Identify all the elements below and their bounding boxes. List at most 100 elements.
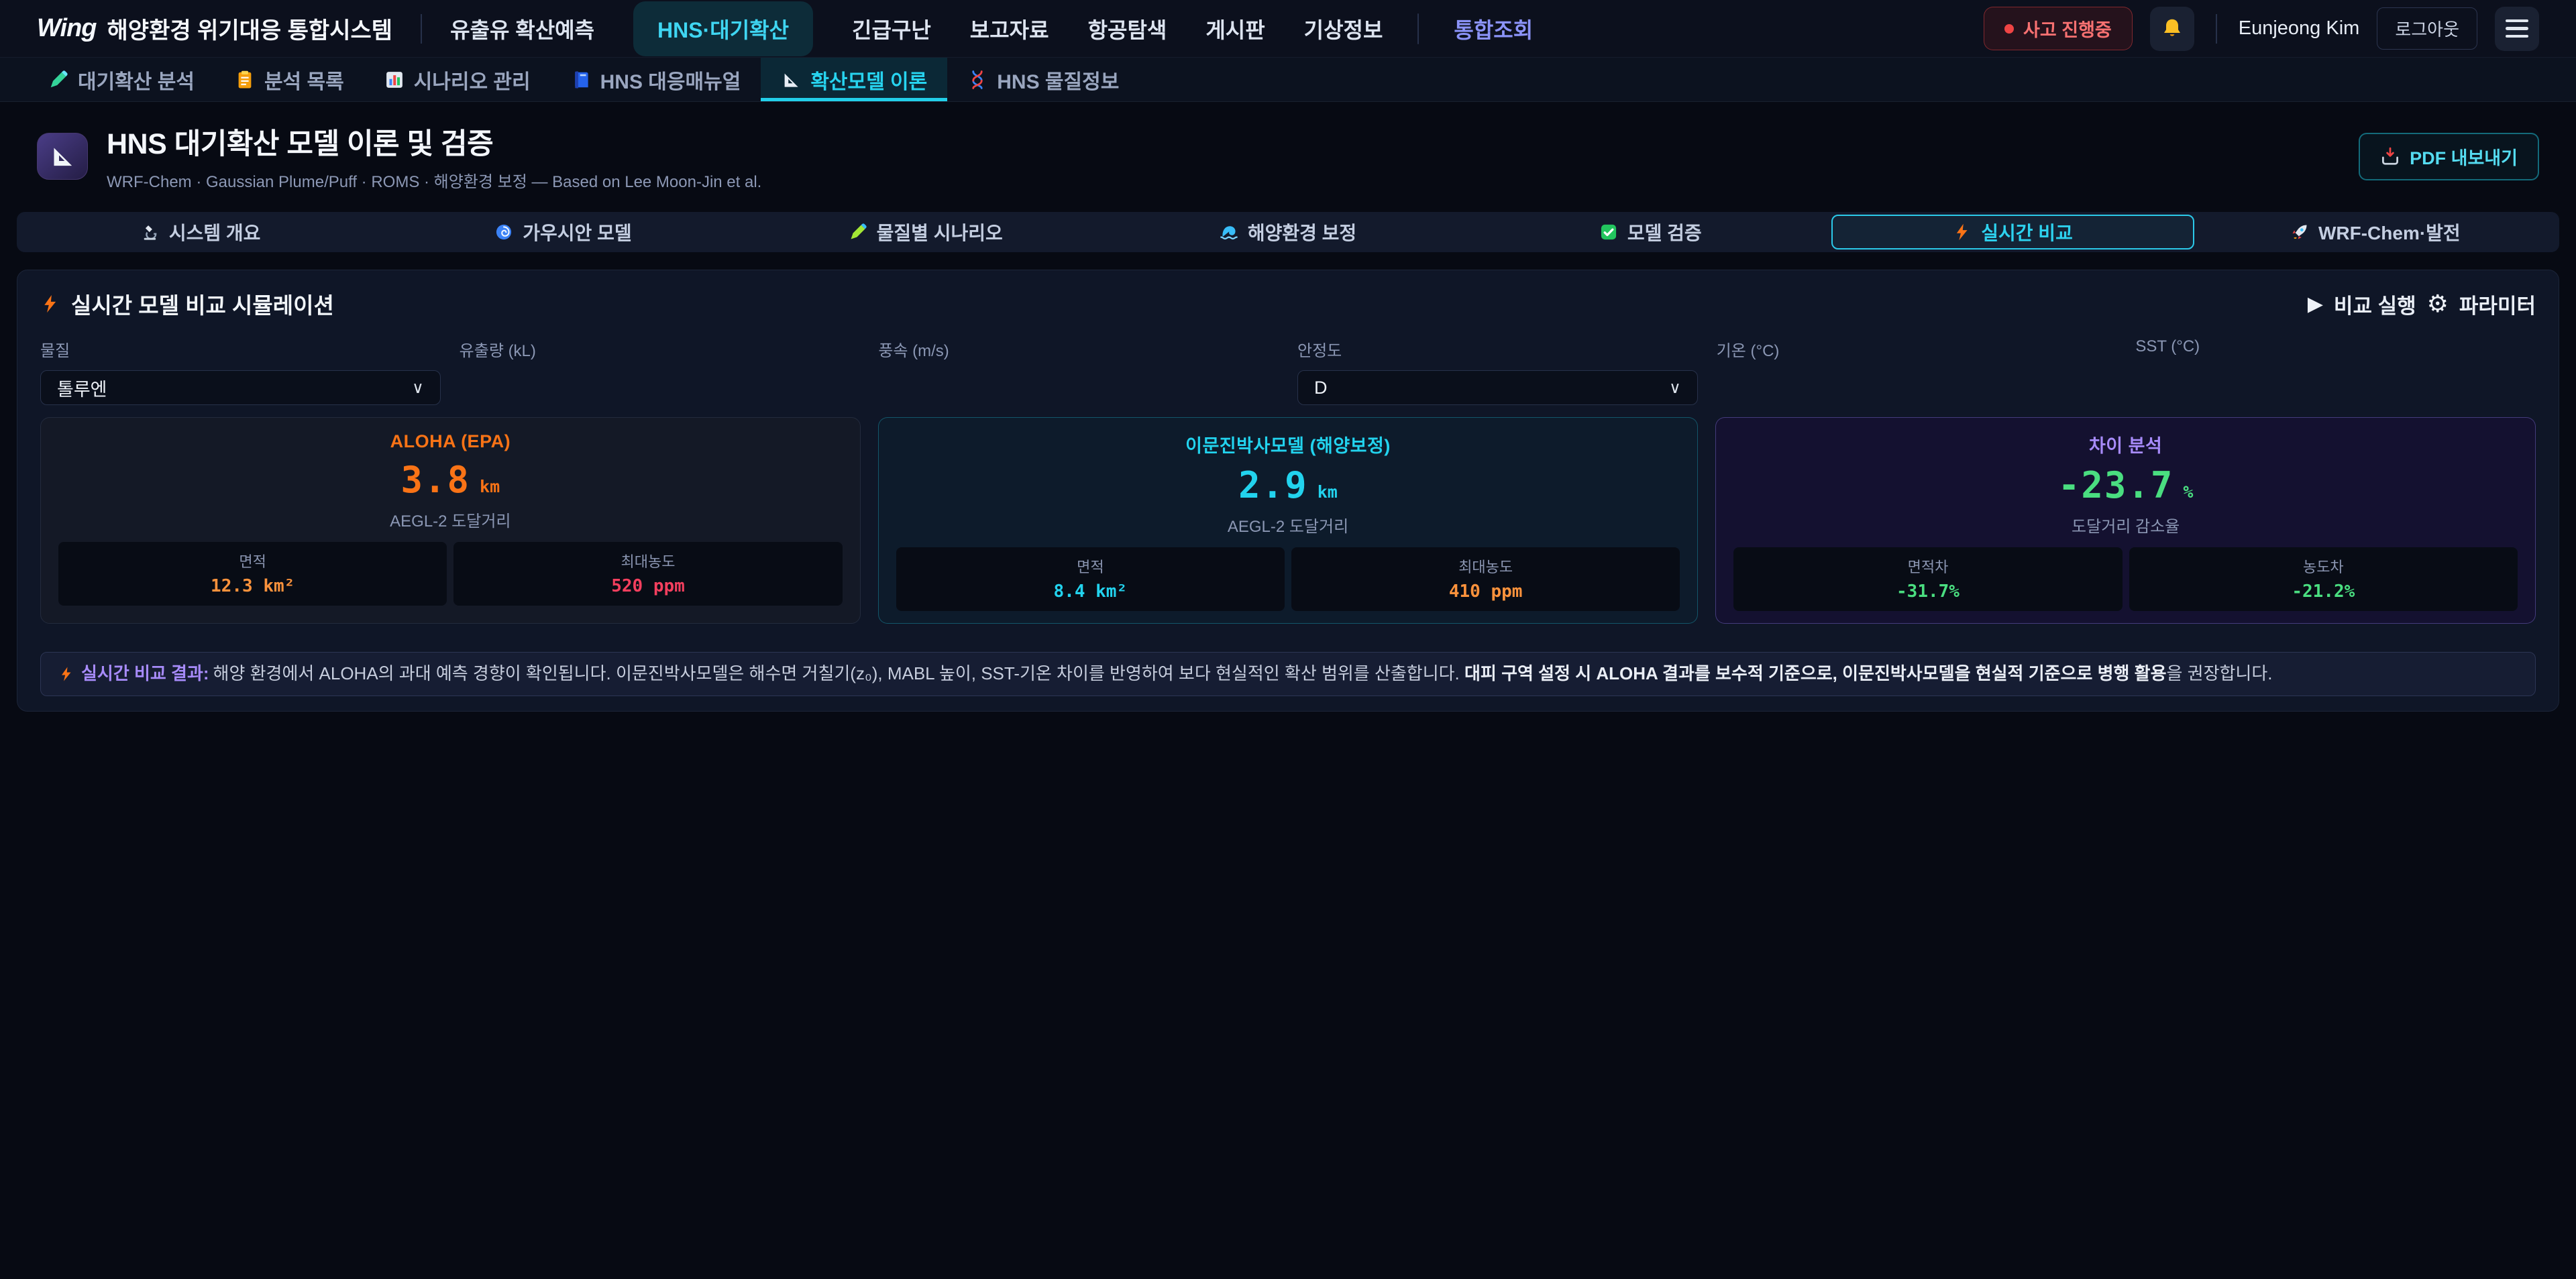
- field-label: 물질: [40, 337, 441, 361]
- panel-title-text: 실시간 모델 비교 시뮬레이션: [71, 288, 334, 320]
- top-navigation-bar: Wing 해양환경 위기대응 통합시스템 유출유 확산예측 HNS·대기확산 긴…: [0, 0, 2576, 58]
- tab-label: 실시간 비교: [1981, 219, 2073, 245]
- tab-label: 해양환경 보정: [1248, 219, 1356, 245]
- stat-concentration-difference: 농도차 -21.2%: [2129, 547, 2518, 611]
- triangular-ruler-icon: [49, 143, 76, 170]
- card-value-row: 3.8 km: [58, 459, 843, 501]
- parameters-button[interactable]: 파라미터: [2459, 289, 2536, 319]
- subtab-label: 확산모델 이론: [810, 65, 927, 95]
- nav-reports[interactable]: 보고자료: [970, 13, 1049, 44]
- card-title: ALOHA (EPA): [58, 431, 843, 452]
- stat-value: 520 ppm: [459, 576, 837, 596]
- stat-max-concentration: 최대농도 520 ppm: [453, 542, 842, 606]
- divider: [1417, 13, 1419, 44]
- status-badge-label: 사고 진행중: [2023, 15, 2112, 42]
- substance-select[interactable]: 톨루엔 ∨: [40, 370, 441, 405]
- subtab-label: 시나리오 관리: [414, 65, 531, 95]
- book-icon: [571, 70, 591, 90]
- stat-label: 최대농도: [459, 550, 837, 571]
- download-tray-icon: [2380, 146, 2400, 166]
- field-label: 풍속 (m/s): [878, 337, 1279, 361]
- pen-icon: [48, 70, 68, 90]
- subtab-label: HNS 물질정보: [997, 65, 1119, 95]
- subtab-hns-response-manual[interactable]: HNS 대응매뉴얼: [551, 58, 761, 101]
- bar-chart-icon: [384, 70, 405, 90]
- menu-button[interactable]: [2495, 7, 2539, 51]
- divider: [2216, 14, 2217, 44]
- topbar-right: 사고 진행중 Eunjeong Kim 로그아웃: [1984, 7, 2539, 51]
- microscope-icon: [141, 223, 160, 241]
- play-icon[interactable]: ▶: [2308, 292, 2323, 316]
- stability-select-value: D: [1314, 378, 1328, 398]
- sub-navigation-bar: 대기확산 분석 분석 목록 시나리오 관리 HNS 대응매뉴얼: [0, 58, 2576, 102]
- field-substance: 물질 톨루엔 ∨: [40, 337, 441, 405]
- page-title: HNS 대기확산 모델 이론 및 검증: [107, 121, 761, 162]
- logout-button[interactable]: 로그아웃: [2377, 7, 2477, 50]
- tab-marine-environment-correction[interactable]: 해양환경 보정: [1107, 215, 1469, 249]
- tab-system-overview[interactable]: 시스템 개요: [19, 215, 382, 249]
- tab-realtime-comparison[interactable]: 실시간 비교: [1831, 215, 2194, 249]
- card-value: 3.8: [401, 459, 471, 501]
- pdf-export-label: PDF 내보내기: [2410, 144, 2518, 170]
- subtab-air-dispersion-analysis[interactable]: 대기확산 분석: [28, 58, 215, 101]
- card-unit: km: [480, 477, 500, 496]
- run-comparison-button[interactable]: 비교 실행: [2334, 289, 2416, 319]
- incident-status-badge: 사고 진행중: [1984, 7, 2133, 50]
- tab-substance-scenarios[interactable]: 물질별 시나리오: [745, 215, 1107, 249]
- nav-aerial-search[interactable]: 항공탐색: [1088, 13, 1167, 44]
- stat-value: -21.2%: [2135, 581, 2512, 602]
- subtab-dispersion-model-theory[interactable]: 확산모델 이론: [761, 58, 947, 101]
- rocket-icon: [2290, 223, 2309, 241]
- lightning-icon: [1953, 223, 1972, 241]
- app-title: 해양환경 위기대응 통합시스템: [107, 12, 393, 45]
- nav-board[interactable]: 게시판: [1205, 13, 1265, 44]
- nav-emergency-rescue[interactable]: 긴급구난: [852, 13, 931, 44]
- card-aloha: ALOHA (EPA) 3.8 km AEGL-2 도달거리 면적 12.3 k…: [40, 417, 861, 624]
- field-wind-speed: 풍속 (m/s): [878, 337, 1279, 405]
- result-cards: ALOHA (EPA) 3.8 km AEGL-2 도달거리 면적 12.3 k…: [40, 417, 2536, 624]
- subtab-hns-substance-info[interactable]: HNS 물질정보: [947, 58, 1139, 101]
- card-title: 이문진박사모델 (해양보정): [896, 431, 1680, 457]
- subtab-analysis-list[interactable]: 분석 목록: [215, 58, 364, 101]
- brand-mark: Wing: [37, 14, 97, 43]
- status-dot-icon: [2004, 24, 2014, 34]
- stat-value: -31.7%: [1739, 581, 2116, 602]
- cyclone-icon: [494, 223, 513, 241]
- field-label: SST (°C): [2135, 337, 2536, 356]
- field-sst: SST (°C): [2135, 337, 2536, 405]
- card-lee-moonjin-model: 이문진박사모델 (해양보정) 2.9 km AEGL-2 도달거리 면적 8.4…: [878, 417, 1699, 624]
- stat-label: 최대농도: [1297, 555, 1674, 577]
- bell-icon: [2160, 17, 2184, 41]
- gear-icon[interactable]: ⚙: [2427, 290, 2449, 318]
- tab-label: 시스템 개요: [169, 219, 261, 245]
- stat-label: 면적: [902, 555, 1279, 577]
- stability-select[interactable]: D ∨: [1297, 370, 1698, 405]
- stat-area: 면적 12.3 km²: [58, 542, 447, 606]
- page-subtitle: WRF-Chem · Gaussian Plume/Puff · ROMS · …: [107, 168, 761, 192]
- stat-label: 면적차: [1739, 555, 2116, 577]
- nav-integrated-search[interactable]: 통합조회: [1454, 13, 1533, 44]
- note-emphasis: 대피 구역 설정 시 ALOHA 결과를 보수적 기준으로, 이문진박사모델을 …: [1464, 663, 2167, 683]
- stat-max-concentration: 최대농도 410 ppm: [1291, 547, 1680, 611]
- nav-hns-air-dispersion[interactable]: HNS·대기확산: [633, 1, 813, 56]
- tab-wrf-chem-development[interactable]: WRF-Chem·발전: [2194, 215, 2557, 249]
- card-unit: km: [1318, 482, 1338, 502]
- pencil-icon: [849, 223, 867, 241]
- section-tab-bar: 시스템 개요 가우시안 모델 물질별 시나리오 해양환경 보정 모델 검증: [17, 212, 2559, 252]
- nav-oil-spill-forecast[interactable]: 유출유 확산예측: [450, 13, 594, 44]
- subtab-scenario-management[interactable]: 시나리오 관리: [364, 58, 551, 101]
- card-difference-analysis: 차이 분석 -23.7 % 도달거리 감소율 면적차 -31.7% 농도차 -2…: [1715, 417, 2536, 624]
- card-title: 차이 분석: [1733, 431, 2518, 457]
- app-logo: Wing 해양환경 위기대응 통합시스템: [37, 12, 392, 45]
- nav-weather-info[interactable]: 기상정보: [1304, 13, 1383, 44]
- card-sublabel: AEGL-2 도달거리: [896, 513, 1680, 537]
- tab-model-validation[interactable]: 모델 검증: [1469, 215, 1831, 249]
- note-text: 해양 환경에서 ALOHA의 과대 예측 경향이 확인됩니다. 이문진박사모델은…: [213, 663, 1464, 683]
- notifications-button[interactable]: [2150, 7, 2194, 51]
- field-stability: 안정도 D ∨: [1297, 337, 1698, 405]
- pdf-export-button[interactable]: PDF 내보내기: [2359, 133, 2539, 180]
- tab-gaussian-model[interactable]: 가우시안 모델: [382, 215, 744, 249]
- card-unit: %: [2183, 482, 2193, 502]
- panel-header: 실시간 모델 비교 시뮬레이션 ▶ 비교 실행 ⚙ 파라미터: [40, 288, 2536, 320]
- divider: [421, 14, 422, 44]
